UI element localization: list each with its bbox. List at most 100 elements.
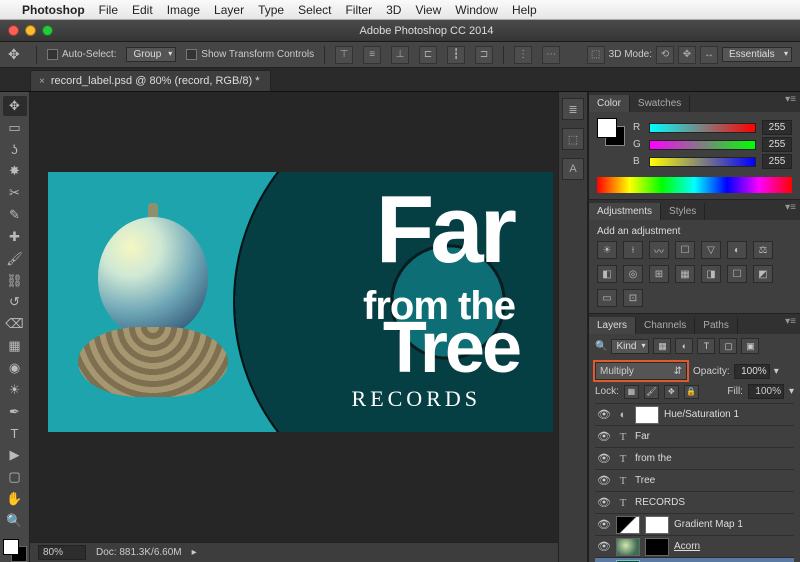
- panel-menu-icon[interactable]: ▾≡: [781, 202, 800, 213]
- r-slider[interactable]: [649, 123, 756, 133]
- auto-select-target-select[interactable]: Group: [126, 47, 176, 62]
- crop-tool[interactable]: ✂: [3, 183, 27, 203]
- g-slider[interactable]: [649, 140, 756, 150]
- align-vcenter-icon[interactable]: ≡: [363, 46, 381, 64]
- eraser-tool[interactable]: ⌫: [3, 314, 27, 334]
- adj-vibrance-icon[interactable]: ▽: [701, 241, 721, 259]
- tab-channels[interactable]: Channels: [636, 317, 695, 334]
- opacity-field[interactable]: 100%: [734, 364, 770, 379]
- mac-menubar[interactable]: Photoshop File Edit Image Layer Type Sel…: [0, 0, 800, 20]
- dock-properties-icon[interactable]: ⬚: [562, 128, 584, 150]
- layer-mask-thumb[interactable]: [635, 406, 659, 424]
- layer-row[interactable]: 👁 T from the: [595, 447, 794, 469]
- window-zoom-button[interactable]: [42, 25, 53, 36]
- menu-edit[interactable]: Edit: [132, 3, 153, 17]
- adj-gradmap-icon[interactable]: ▭: [597, 289, 617, 307]
- distribute-icon[interactable]: ⋮: [514, 46, 532, 64]
- align-top-icon[interactable]: ⊤: [335, 46, 353, 64]
- adj-invert-icon[interactable]: ◨: [701, 265, 721, 283]
- menu-filter[interactable]: Filter: [345, 3, 372, 17]
- healing-tool[interactable]: ✚: [3, 227, 27, 247]
- path-select-tool[interactable]: ▶: [3, 445, 27, 465]
- tab-styles[interactable]: Styles: [661, 203, 705, 220]
- layer-mask-thumb[interactable]: [645, 516, 669, 534]
- zoom-tool[interactable]: 🔍: [3, 511, 27, 531]
- menu-window[interactable]: Window: [455, 3, 498, 17]
- canvas-area[interactable]: Far from the Tree RECORDS 80% Doc: 881.3…: [30, 92, 558, 562]
- lock-pixels-icon[interactable]: 🖌: [644, 385, 659, 399]
- document-canvas[interactable]: Far from the Tree RECORDS: [48, 172, 553, 432]
- fg-bg-swatch[interactable]: [3, 539, 27, 562]
- document-tab[interactable]: × record_label.psd @ 80% (record, RGB/8)…: [30, 70, 271, 91]
- menu-layer[interactable]: Layer: [214, 3, 244, 17]
- align-right-icon[interactable]: ⊐: [475, 46, 493, 64]
- filter-smart-icon[interactable]: ▣: [741, 338, 759, 354]
- layer-filter-kind-select[interactable]: Kind: [611, 339, 649, 354]
- b-value[interactable]: 255: [762, 154, 792, 169]
- align-left-icon[interactable]: ⊏: [419, 46, 437, 64]
- adj-bw-icon[interactable]: ◧: [597, 265, 617, 283]
- g-value[interactable]: 255: [762, 137, 792, 152]
- adj-exposure-icon[interactable]: ☐: [675, 241, 695, 259]
- stamp-tool[interactable]: ⛓: [3, 271, 27, 291]
- lock-all-icon[interactable]: 🔒: [684, 385, 699, 399]
- visibility-toggle-icon[interactable]: 👁: [597, 496, 611, 509]
- lock-transparent-icon[interactable]: ▦: [624, 385, 639, 399]
- blend-mode-select[interactable]: Multiply⇵: [595, 362, 687, 380]
- 3d-slide-icon[interactable]: ↔: [700, 46, 718, 64]
- 3d-pan-icon[interactable]: ✥: [678, 46, 696, 64]
- color-spectrum[interactable]: [597, 177, 792, 193]
- brush-tool[interactable]: 🖌: [3, 249, 27, 269]
- adj-levels-icon[interactable]: ⟊: [623, 241, 643, 259]
- gradient-tool[interactable]: ▦: [3, 336, 27, 356]
- fill-field[interactable]: 100%: [748, 384, 784, 399]
- filter-adj-icon[interactable]: ◐: [675, 338, 693, 354]
- b-slider[interactable]: [649, 157, 756, 167]
- layer-thumb[interactable]: [616, 538, 640, 556]
- marquee-tool[interactable]: ▭: [3, 118, 27, 138]
- visibility-toggle-icon[interactable]: 👁: [597, 518, 611, 531]
- history-brush-tool[interactable]: ↺: [3, 292, 27, 312]
- adj-channelmixer-icon[interactable]: ⊞: [649, 265, 669, 283]
- layer-row[interactable]: 👁 Acorn: [595, 535, 794, 557]
- workspace-select[interactable]: Essentials: [722, 47, 792, 62]
- quick-select-tool[interactable]: ✸: [3, 161, 27, 181]
- visibility-toggle-icon[interactable]: 👁: [597, 474, 611, 487]
- auto-select-toggle[interactable]: Auto-Select:: [47, 49, 116, 60]
- menu-3d[interactable]: 3D: [386, 3, 401, 17]
- adj-photofilter-icon[interactable]: ◎: [623, 265, 643, 283]
- menu-image[interactable]: Image: [167, 3, 200, 17]
- layer-list[interactable]: 👁 ◐ Hue/Saturation 1 👁 T Far 👁 T: [595, 403, 794, 562]
- adj-posterize-icon[interactable]: ☐: [727, 265, 747, 283]
- 3d-orbit-icon[interactable]: ⟲: [656, 46, 674, 64]
- adj-colorbalance-icon[interactable]: ⚖: [753, 241, 773, 259]
- lock-position-icon[interactable]: ✥: [664, 385, 679, 399]
- adj-brightness-icon[interactable]: ☀: [597, 241, 617, 259]
- r-value[interactable]: 255: [762, 120, 792, 135]
- dodge-tool[interactable]: ☀: [3, 380, 27, 400]
- adj-selective-icon[interactable]: ⊡: [623, 289, 643, 307]
- distribute-icon-2[interactable]: ⋯: [542, 46, 560, 64]
- layer-row-selected[interactable]: 👁 record: [595, 557, 794, 562]
- show-transform-toggle[interactable]: Show Transform Controls: [186, 49, 314, 60]
- tab-paths[interactable]: Paths: [695, 317, 738, 334]
- visibility-toggle-icon[interactable]: 👁: [597, 540, 611, 553]
- lasso-tool[interactable]: ʖ: [3, 140, 27, 160]
- menu-select[interactable]: Select: [298, 3, 331, 17]
- layer-row[interactable]: 👁 ◐ Hue/Saturation 1: [595, 403, 794, 425]
- filter-shape-icon[interactable]: ▢: [719, 338, 737, 354]
- dock-history-icon[interactable]: ≣: [562, 98, 584, 120]
- tab-layers[interactable]: Layers: [589, 317, 636, 334]
- close-tab-icon[interactable]: ×: [39, 76, 45, 87]
- menu-view[interactable]: View: [415, 3, 441, 17]
- dock-character-icon[interactable]: A: [562, 158, 584, 180]
- panel-menu-icon[interactable]: ▾≡: [781, 94, 800, 105]
- adj-colorlookup-icon[interactable]: ▦: [675, 265, 695, 283]
- zoom-field[interactable]: 80%: [38, 545, 86, 560]
- visibility-toggle-icon[interactable]: 👁: [597, 408, 611, 421]
- eyedropper-tool[interactable]: ✎: [3, 205, 27, 225]
- gradmap-thumb[interactable]: [616, 516, 640, 534]
- move-tool[interactable]: ✥: [3, 96, 27, 116]
- layer-mask-thumb[interactable]: [645, 538, 669, 556]
- visibility-toggle-icon[interactable]: 👁: [597, 452, 611, 465]
